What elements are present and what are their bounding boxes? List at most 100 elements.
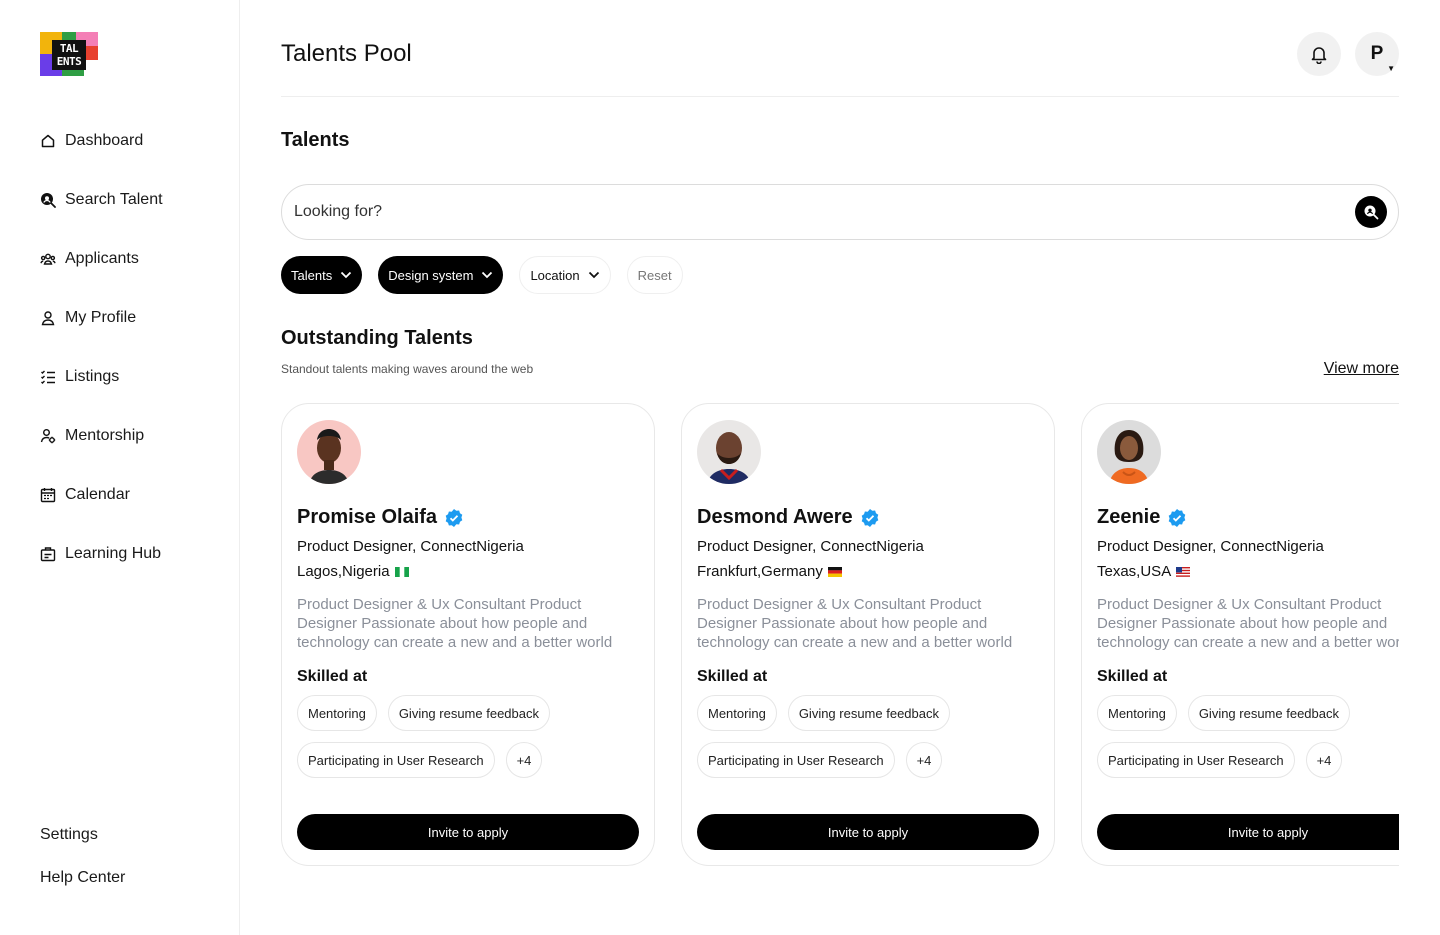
germany-flag-icon xyxy=(827,566,842,577)
talent-name[interactable]: Desmond Awere xyxy=(697,506,853,529)
skill-tag[interactable]: Giving resume feedback xyxy=(387,695,550,731)
sidebar-item-label: Learning Hub xyxy=(65,545,162,562)
calendar-icon xyxy=(40,488,56,503)
outstanding-talents-title: Outstanding Talents xyxy=(281,327,473,349)
talent-role: Product Designer, ConnectNigeria xyxy=(297,538,524,555)
talents-logo[interactable]: TAL ENTS xyxy=(40,32,98,76)
talent-location: Lagos,Nigeria xyxy=(297,563,390,580)
filter-bar: Talents Design system Location Reset xyxy=(281,256,683,294)
outstanding-talents-subtitle: Standout talents making waves around the… xyxy=(281,362,534,376)
skill-tag[interactable]: Mentoring xyxy=(697,695,777,731)
skill-tag[interactable]: Giving resume feedback xyxy=(787,695,950,731)
talent-photo xyxy=(697,420,761,484)
sidebar-item-my-profile[interactable]: My Profile xyxy=(40,299,163,337)
talent-role: Product Designer, ConnectNigeria xyxy=(1097,538,1324,555)
talent-photo xyxy=(297,420,361,484)
more-skills-tag[interactable]: +4 xyxy=(505,742,543,778)
talent-cards-carousel: Promise Olaifa Product Designer, Connect… xyxy=(281,403,1399,866)
sidebar-item-label: Search Talent xyxy=(65,191,163,208)
sidebar-nav: Dashboard Search Talent Applicants My Pr… xyxy=(40,122,163,594)
sidebar-item-label: Applicants xyxy=(65,250,139,267)
chevron-down-icon: ▼ xyxy=(1387,64,1395,73)
section-title: Talents xyxy=(281,129,350,151)
skill-tag[interactable]: Giving resume feedback xyxy=(1187,695,1350,731)
profile-icon xyxy=(41,311,55,326)
talent-name[interactable]: Zeenie xyxy=(1097,506,1160,529)
bell-icon xyxy=(1311,47,1327,64)
sidebar-item-applicants[interactable]: Applicants xyxy=(40,240,163,278)
filter-location-dropdown[interactable]: Location xyxy=(519,256,611,294)
usa-flag-icon xyxy=(1176,566,1191,577)
sidebar-item-label: Dashboard xyxy=(65,132,144,149)
skill-tag[interactable]: Mentoring xyxy=(297,695,377,731)
invite-to-apply-button[interactable]: Invite to apply xyxy=(697,814,1039,850)
search-talent-icon xyxy=(41,193,56,208)
skill-tag[interactable]: Mentoring xyxy=(1097,695,1177,731)
view-more-link[interactable]: View more xyxy=(1324,360,1399,378)
talent-name[interactable]: Promise Olaifa xyxy=(297,506,437,529)
sidebar-item-learning-hub[interactable]: Learning Hub xyxy=(40,535,163,573)
skills-list: Mentoring Giving resume feedback Partici… xyxy=(1097,695,1399,778)
help-center-link[interactable]: Help Center xyxy=(40,869,125,893)
talent-location: Texas,USA xyxy=(1097,563,1172,580)
reset-filters-button[interactable]: Reset xyxy=(626,256,683,294)
more-skills-tag[interactable]: +4 xyxy=(905,742,943,778)
skills-list: Mentoring Giving resume feedback Partici… xyxy=(297,695,637,778)
filter-talents-dropdown[interactable]: Talents xyxy=(281,256,363,294)
search-bar xyxy=(281,184,1399,240)
filter-design-system-dropdown[interactable]: Design system xyxy=(378,256,504,294)
filter-label: Talents xyxy=(291,267,333,283)
main-content: Talents Pool P ▼ Talents Talents Design … xyxy=(281,0,1399,866)
filter-label: Design system xyxy=(388,267,474,283)
talent-card: Desmond Awere Product Designer, ConnectN… xyxy=(681,403,1055,866)
skill-tag[interactable]: Participating in User Research xyxy=(297,742,495,778)
talent-location: Frankfurt,Germany xyxy=(697,563,823,580)
sidebar-footer: Settings Help Center xyxy=(40,826,125,912)
home-icon xyxy=(41,134,55,148)
settings-link[interactable]: Settings xyxy=(40,826,125,850)
sidebar-item-label: Calendar xyxy=(65,486,130,503)
sidebar: TAL ENTS Dashboard Search Talent Applican… xyxy=(0,0,240,935)
chevron-down-icon xyxy=(341,271,352,279)
applicants-icon xyxy=(40,253,56,265)
sidebar-item-dashboard[interactable]: Dashboard xyxy=(40,122,163,160)
nigeria-flag-icon xyxy=(394,566,409,577)
top-bar: Talents Pool P ▼ xyxy=(281,0,1399,97)
invite-to-apply-button[interactable]: Invite to apply xyxy=(297,814,639,850)
sidebar-item-mentorship[interactable]: Mentorship xyxy=(40,417,163,455)
skill-tag[interactable]: Participating in User Research xyxy=(1097,742,1295,778)
talent-role: Product Designer, ConnectNigeria xyxy=(697,538,924,555)
verified-badge-icon xyxy=(1169,508,1186,527)
talent-bio: Product Designer & Ux Consultant Product… xyxy=(297,596,613,651)
talent-bio: Product Designer & Ux Consultant Product… xyxy=(697,596,1013,651)
sidebar-item-label: My Profile xyxy=(65,309,137,326)
talent-bio: Product Designer & Ux Consultant Product… xyxy=(1097,596,1399,651)
page-title: Talents Pool xyxy=(281,40,412,67)
search-button[interactable] xyxy=(1355,196,1387,228)
invite-to-apply-button[interactable]: Invite to apply xyxy=(1097,814,1399,850)
more-skills-tag[interactable]: +4 xyxy=(1305,742,1343,778)
filter-label: Location xyxy=(530,267,580,283)
talent-card: Promise Olaifa Product Designer, Connect… xyxy=(281,403,655,866)
skilled-at-heading: Skilled at xyxy=(297,668,368,685)
talent-card: Zeenie Product Designer, ConnectNigeria … xyxy=(1081,403,1399,866)
chevron-down-icon xyxy=(482,271,493,279)
sidebar-item-label: Listings xyxy=(65,368,120,385)
notifications-button[interactable] xyxy=(1297,32,1341,76)
sidebar-item-listings[interactable]: Listings xyxy=(40,358,163,396)
skills-list: Mentoring Giving resume feedback Partici… xyxy=(697,695,1037,778)
verified-badge-icon xyxy=(861,508,878,527)
listings-icon xyxy=(41,370,55,384)
sidebar-item-calendar[interactable]: Calendar xyxy=(40,476,163,514)
sidebar-item-label: Mentorship xyxy=(65,427,145,444)
avatar-initial: P xyxy=(1370,43,1384,64)
verified-badge-icon xyxy=(445,508,463,527)
search-input[interactable] xyxy=(294,203,1294,221)
skilled-at-heading: Skilled at xyxy=(1097,668,1168,685)
skill-tag[interactable]: Participating in User Research xyxy=(697,742,895,778)
search-icon xyxy=(1364,205,1379,220)
user-avatar-menu[interactable]: P ▼ xyxy=(1355,32,1399,76)
talent-photo xyxy=(1097,420,1161,484)
learning-hub-icon xyxy=(40,547,56,562)
sidebar-item-search-talent[interactable]: Search Talent xyxy=(40,181,163,219)
